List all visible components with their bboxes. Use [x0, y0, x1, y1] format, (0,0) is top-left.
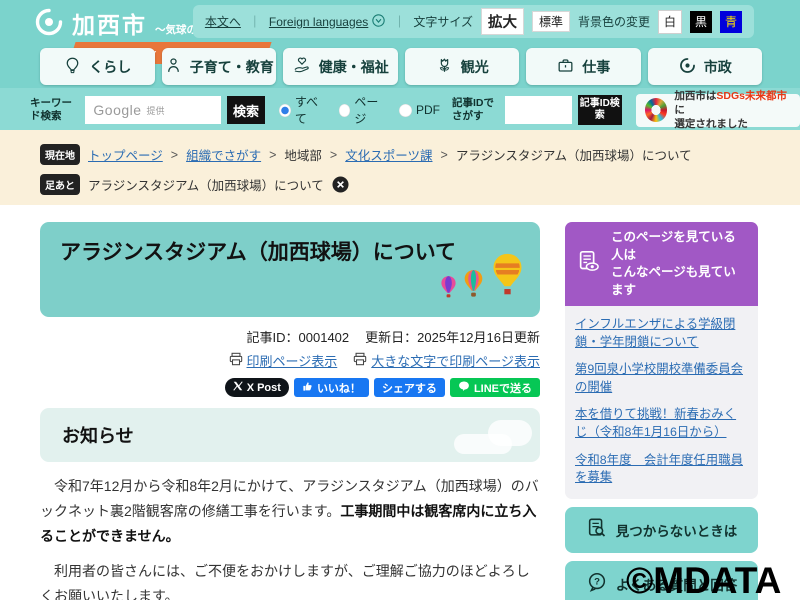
global-nav: くらし 子育て・教育 健康・福祉 観光 仕事 市政 — [40, 48, 762, 85]
chevron-down-icon — [372, 13, 386, 30]
divider: ｜ — [393, 15, 406, 29]
search-button[interactable]: 検索 — [227, 96, 266, 124]
site-name: 加西市 — [72, 12, 147, 38]
related-pages-header: このページを見ている人は こんなページも見ています — [565, 222, 758, 306]
facebook-share-button[interactable]: シェアする — [373, 378, 445, 397]
article-id: 記事ID：0001402 — [246, 330, 350, 345]
breadcrumb-current: アラジンスタジアム（加西球場）について — [455, 149, 692, 163]
printer-icon — [353, 352, 367, 369]
radio-pdf-circle[interactable] — [398, 103, 412, 117]
document-eye-icon — [576, 249, 602, 280]
breadcrumb: 現在地 トップページ > 組織でさがす > 地域部 > 文化スポーツ課 > アラ… — [40, 144, 692, 165]
font-size-large-button[interactable]: 拡大 — [480, 8, 524, 35]
related-pages-panel: このページを見ている人は こんなページも見ています インフルエンザによる学級閉鎖… — [565, 222, 758, 499]
x-icon — [233, 381, 243, 394]
not-found-button[interactable]: 見つからないときは — [565, 506, 758, 553]
bg-color-label: 背景色の変更 — [577, 15, 650, 29]
watermark: ©MDATA — [626, 560, 782, 600]
article-id-search-button[interactable]: 記事ID検索 — [577, 95, 622, 125]
skip-to-main-link[interactable]: 本文へ — [205, 13, 241, 30]
bg-white-button[interactable]: 白 — [658, 9, 682, 34]
bg-black-button[interactable]: 黒 — [690, 10, 712, 33]
bg-blue-button[interactable]: 青 — [720, 10, 742, 33]
document-search-icon — [586, 517, 608, 542]
nav-kurashi-button[interactable]: くらし — [40, 48, 155, 85]
keyword-search-label: キーワード検索 — [30, 96, 72, 122]
radio-pdf[interactable]: PDF — [398, 103, 440, 117]
yellow-balloon-icon — [489, 253, 526, 307]
radio-all[interactable]: すべて — [279, 93, 326, 127]
question-bubble-icon: ? — [586, 571, 608, 596]
nav-shisei-button[interactable]: 市政 — [647, 48, 762, 85]
keyword-search-input[interactable]: Google 提供 — [85, 96, 222, 124]
notice-section-header: お知らせ — [40, 408, 540, 462]
briefcase-icon — [556, 56, 575, 78]
breadcrumb-dept: 地域部 — [284, 149, 322, 163]
breadcrumb-top-link[interactable]: トップページ — [88, 145, 163, 164]
sdgs-badge[interactable]: 加西市はSDGs未来都市に 選定されました — [635, 90, 800, 130]
balloon-icon — [63, 56, 82, 78]
article-id-search-label: 記事IDでさがす — [451, 96, 494, 122]
article-meta: 記事ID：0001402 更新日：2025年12月16日更新 — [40, 327, 540, 346]
breadcrumb-org-link[interactable]: 組織でさがす — [186, 145, 261, 164]
social-buttons: X Post いいね！ シェアする LINEで送る — [40, 378, 540, 397]
facebook-like-button[interactable]: いいね！ — [293, 378, 369, 397]
search-row: キーワード検索 Google 提供 検索 すべて ページ PDF 記事IDでさが… — [30, 90, 800, 130]
radio-page-circle[interactable] — [338, 103, 351, 117]
printer-icon — [229, 352, 243, 369]
page-title: アラジンスタジアム（加西球場）について — [60, 241, 457, 264]
sdgs-wheel-icon — [644, 98, 668, 122]
x-post-button[interactable]: X Post — [224, 378, 289, 397]
line-icon — [458, 380, 470, 395]
city-emblem-small-icon — [678, 56, 697, 78]
line-share-button[interactable]: LINEで送る — [449, 378, 540, 397]
search-scope-radios: すべて ページ PDF — [279, 93, 440, 127]
footprint-row: 足あと アラジンスタジアム（加西球場）について — [40, 174, 349, 195]
foreign-languages-link[interactable]: Foreign languages — [269, 13, 386, 30]
radio-page[interactable]: ページ — [338, 93, 387, 127]
main-content: アラジンスタジアム（加西球場）について 記事ID：0001402 更新日：2025… — [40, 222, 540, 600]
sidebar: このページを見ている人は こんなページも見ています インフルエンザによる学級閉鎖… — [565, 222, 758, 600]
related-link-3[interactable]: 本を借りて挑戦！新春おみくじ（令和8年1月16日から） — [575, 406, 748, 441]
nav-shigoto-button[interactable]: 仕事 — [526, 48, 641, 85]
radio-all-circle[interactable] — [279, 103, 291, 117]
location-badge: 現在地 — [40, 144, 80, 165]
city-emblem-icon — [33, 6, 65, 43]
font-size-standard-button[interactable]: 標準 — [531, 11, 570, 32]
related-link-2[interactable]: 第9回泉小学校開校準備委員会の開催 — [575, 361, 748, 396]
heart-hand-icon — [292, 55, 312, 78]
related-link-1[interactable]: インフルエンザによる学級閉鎖・学年閉鎖について — [575, 316, 748, 351]
breadcrumb-band: 現在地 トップページ > 組織でさがす > 地域部 > 文化スポーツ課 > アラ… — [0, 130, 800, 205]
divider: ｜ — [248, 15, 261, 29]
svg-text:?: ? — [594, 577, 600, 588]
font-size-label: 文字サイズ — [413, 15, 473, 29]
related-link-4[interactable]: 令和8年度 会計年度任用職員を募集 — [575, 452, 748, 487]
striped-balloon-icon — [461, 269, 486, 307]
article-updated: 更新日：2025年12月16日更新 — [365, 330, 540, 345]
footprint-text: アラジンスタジアム（加西球場）について — [88, 179, 324, 193]
nav-kanko-button[interactable]: 観光 — [404, 48, 519, 85]
page-title-box: アラジンスタジアム（加西球場）について — [40, 222, 540, 317]
footprint-badge: 足あと — [40, 174, 80, 195]
nav-kenko-button[interactable]: 健康・福祉 — [283, 48, 398, 85]
related-links: インフルエンザによる学級閉鎖・学年閉鎖について 第9回泉小学校開校準備委員会の開… — [565, 306, 758, 499]
close-icon[interactable] — [332, 176, 349, 193]
print-page-link[interactable]: 印刷ページ表示 — [229, 351, 337, 370]
person-icon — [164, 56, 183, 78]
print-large-page-link[interactable]: 大きな文字で印刷ページ表示 — [353, 351, 540, 370]
print-links: 印刷ページ表示 大きな文字で印刷ページ表示 — [40, 351, 540, 370]
breadcrumb-division-link[interactable]: 文化スポーツ課 — [345, 145, 432, 164]
balloon-decoration — [439, 253, 526, 307]
notice-paragraph-2: 利用者の皆さんには、ご不便をおかけしますが、ご理解ご協力のほどよろしくお願いいた… — [40, 562, 530, 600]
utility-bar: 本文へ ｜ Foreign languages ｜ 文字サイズ 拡大 標準 背景… — [192, 5, 754, 38]
nav-kosodate-button[interactable]: 子育て・教育 — [161, 48, 276, 85]
cloud-decoration — [488, 420, 532, 446]
thumbs-up-icon — [302, 381, 313, 395]
pink-balloon-icon — [439, 275, 458, 307]
article-id-input[interactable] — [505, 96, 572, 124]
notice-paragraph-1: 令和7年12月から令和8年2月にかけて、アラジンスタジアム（加西球場）のバックネ… — [40, 478, 539, 545]
flower-icon — [435, 56, 454, 78]
page: 加西市 ～気球の飛ぶまち～ KASAI CITY . HYOGO Pref. 本… — [0, 0, 800, 600]
